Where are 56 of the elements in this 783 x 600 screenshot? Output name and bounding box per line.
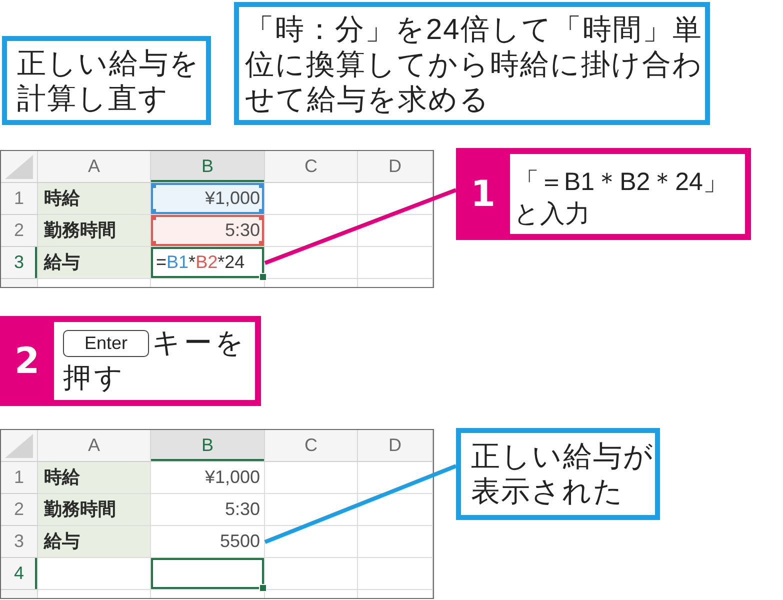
column-header[interactable]: D [358,430,433,462]
range-handle-icon[interactable] [259,183,264,188]
key-cap: Enter [63,330,149,357]
label-cell[interactable]: 勤務時間 [38,494,151,526]
instruction-text: 「＝B1＊B2＊24」と入力 [513,167,729,230]
empty-cell[interactable] [265,247,358,279]
empty-cell[interactable] [265,462,358,494]
row-header[interactable]: 1 [1,183,38,215]
empty-cell[interactable] [265,526,358,558]
empty-cell[interactable] [358,247,433,279]
note-callout: 「時：分」を24倍して「時間」単位に換算してから時給に掛け合わせて給与を求める [234,2,710,125]
range-handle-icon[interactable] [151,241,156,246]
column-header[interactable]: B [151,151,265,183]
row-header[interactable]: 3 [1,526,38,558]
empty-cell[interactable] [358,558,433,590]
column-header[interactable]: C [265,430,358,462]
select-all-icon[interactable] [5,434,33,458]
empty-cell[interactable] [265,558,358,590]
row-header[interactable]: 2 [1,494,38,526]
fill-handle-icon[interactable] [259,584,267,592]
formula-cell[interactable]: =B1*B2*24 [151,247,265,279]
empty-cell[interactable] [151,558,265,590]
label-cell[interactable]: 勤務時間 [38,215,151,247]
label-cell[interactable]: 給与 [38,526,151,558]
empty-cell[interactable] [358,526,433,558]
column-header[interactable]: B [151,430,265,462]
select-all-icon[interactable] [5,155,33,179]
empty-cell[interactable] [358,183,433,215]
note-callout: 正しい給与が表示された [456,428,660,520]
value-cell[interactable]: 5500 [151,526,265,558]
label-cell[interactable]: 給与 [38,247,151,279]
note-callout: 正しい給与を計算し直す [2,36,211,125]
row-header[interactable]: 3 [1,247,38,279]
fill-handle-icon[interactable] [259,273,267,281]
label-cell[interactable]: 時給 [38,183,151,215]
step-number: 2 [13,340,41,384]
column-header[interactable]: C [265,151,358,183]
empty-cell[interactable] [358,215,433,247]
value-cell[interactable]: ¥1,000 [151,462,265,494]
column-header[interactable]: D [358,151,433,183]
label-cell[interactable]: 時給 [38,462,151,494]
instruction-text: Enter キーを押す [62,326,248,395]
step-number: 1 [469,172,497,216]
column-header[interactable]: A [38,430,151,462]
range-handle-icon[interactable] [151,183,156,188]
value-cell[interactable]: ¥1,000 [151,183,265,215]
column-header[interactable]: A [38,151,151,183]
empty-cell[interactable] [265,494,358,526]
empty-cell[interactable] [358,494,433,526]
row-header[interactable]: 1 [1,462,38,494]
range-handle-icon[interactable] [259,241,264,246]
value-cell[interactable]: 5:30 [151,215,265,247]
row-header[interactable]: 2 [1,215,38,247]
empty-cell[interactable] [358,462,433,494]
row-header[interactable]: 4 [1,558,38,590]
value-cell[interactable]: 5:30 [151,494,265,526]
